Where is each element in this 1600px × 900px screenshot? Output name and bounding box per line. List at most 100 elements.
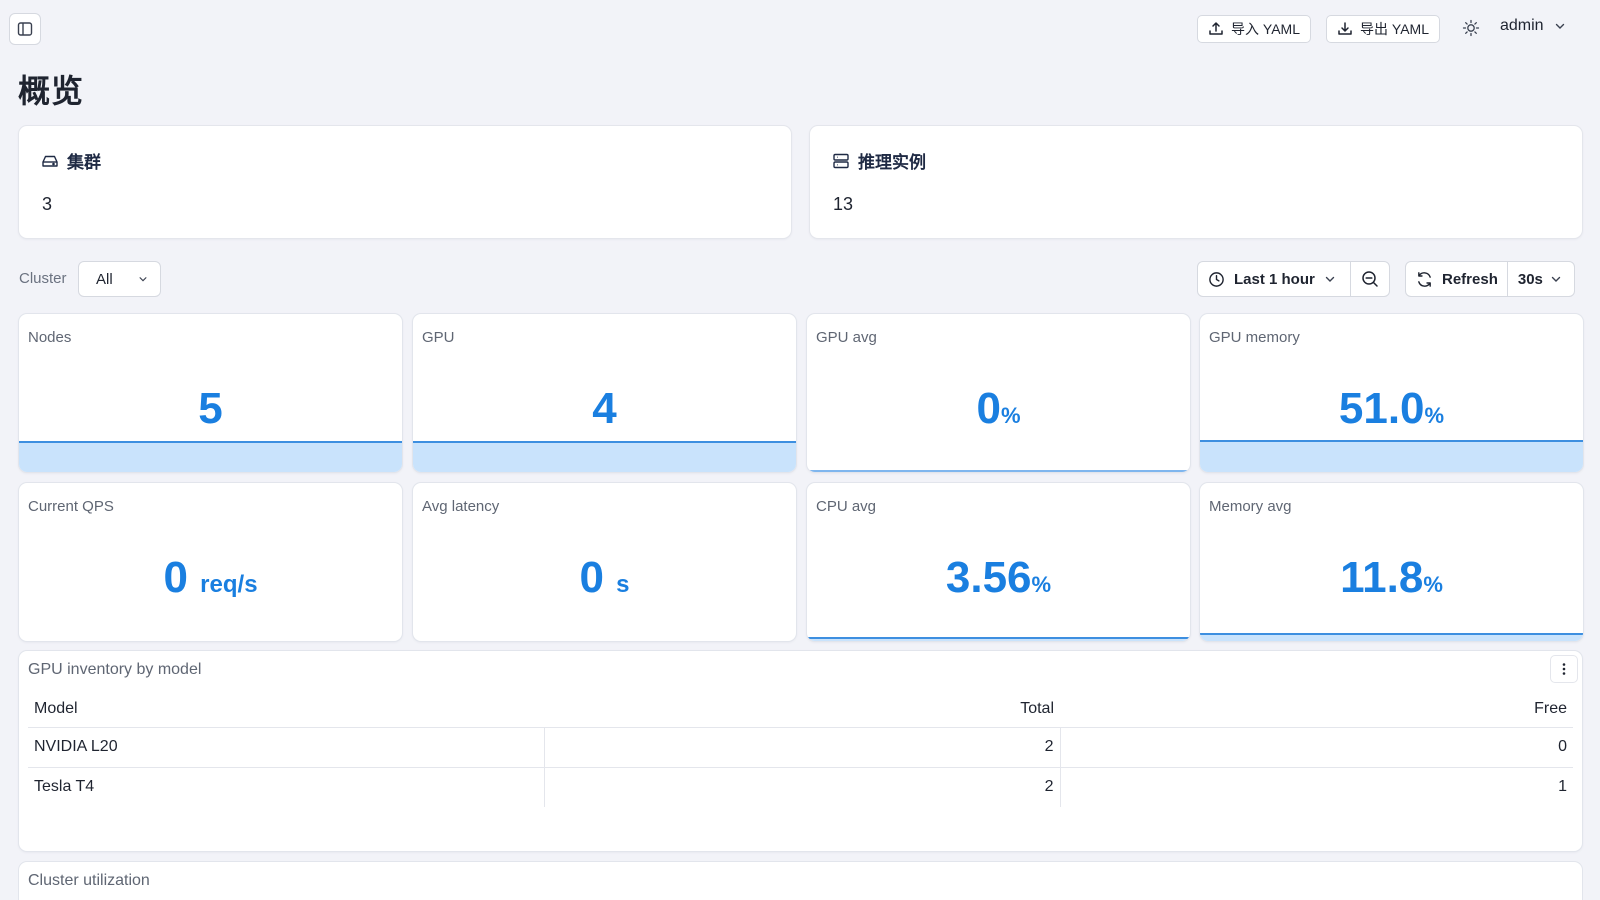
refresh-interval-value: 30s [1517,270,1543,288]
sun-icon [1462,19,1480,37]
refresh-icon [1418,271,1431,287]
zoom-out-button[interactable] [1351,262,1389,296]
stat-unit: s [616,571,630,598]
upload-icon [1209,22,1223,35]
stat-card-gpu-memory: GPU memory 51.0% [1200,314,1583,472]
zoom-out-icon [1362,271,1378,287]
sidebar-panel-icon [17,22,33,36]
stat-sparkline [413,441,796,472]
refresh-label: Refresh [1442,270,1498,288]
cell-total: 2 [543,767,1060,807]
stat-unit: req/s [200,571,258,598]
chevron-down-icon [1555,23,1564,29]
stat-label: Avg latency [422,498,500,515]
export-yaml-label: 导出 YAML [1360,21,1429,37]
summary-title-text: 集群 [67,153,101,172]
stat-value: 0 req/s [19,553,402,610]
stat-card-memory-avg: Memory avg 11.8% [1200,483,1583,641]
summary-card-title: 推理实例 [832,148,926,173]
cluster-select[interactable]: All [78,261,161,297]
table-header-row: Model Total Free [28,691,1573,728]
panel-title: Cluster utilization [28,872,150,889]
summary-title-text: 推理实例 [858,153,926,172]
cell-free: 1 [1059,767,1573,807]
cell-total: 2 [543,727,1060,768]
server-stack-icon [833,153,849,168]
cell-free: 0 [1059,727,1573,768]
stat-number: 11.8 [1340,553,1424,602]
stat-label: GPU [422,329,455,346]
gpu-inventory-table: Model Total Free NVIDIA L20 2 0 Tesla T4… [28,691,1573,807]
time-range-picker[interactable]: Last 1 hour [1198,262,1351,296]
chevron-down-icon [1551,276,1561,282]
stat-number: 5 [198,384,223,433]
stat-number: 0 [579,553,604,602]
stat-card-avg-latency: Avg latency 0 s [413,483,796,641]
cluster-filter-label: Cluster [19,270,67,287]
stat-label: Memory avg [1209,498,1292,515]
stat-label: GPU memory [1209,329,1300,346]
stat-card-nodes: Nodes 5 [19,314,402,472]
more-vertical-icon [1562,663,1566,675]
stat-number: 0 [976,384,1001,433]
chevron-down-icon [139,277,147,282]
stat-unit: % [1424,403,1445,428]
refresh-button[interactable]: Refresh [1406,262,1508,296]
panel-title: GPU inventory by model [28,661,202,678]
stat-number: 51.0 [1338,384,1425,433]
stat-value: 11.8% [1200,553,1583,610]
stat-value: 3.56% [807,553,1190,610]
stat-value: 0% [807,384,1190,441]
stat-label: CPU avg [816,498,877,515]
stat-number: 4 [592,384,617,433]
download-icon [1338,22,1352,35]
stat-unit: % [1031,572,1052,597]
import-yaml-label: 导入 YAML [1231,21,1300,37]
theme-toggle-button[interactable] [1459,16,1483,40]
clock-icon [1209,271,1224,287]
column-header-model[interactable]: Model [28,691,544,728]
stat-card-current-qps: Current QPS 0 req/s [19,483,402,641]
export-yaml-button[interactable]: 导出 YAML [1326,15,1440,43]
chevron-down-icon [1325,276,1335,282]
stat-number: 3.56 [945,553,1032,602]
cluster-utilization-panel: Cluster utilization [19,862,1582,900]
refresh-interval-select[interactable]: 30s [1508,262,1574,296]
time-range-controls: Last 1 hour [1197,261,1390,297]
gpu-inventory-panel: GPU inventory by model Model Total Free … [19,651,1582,851]
import-yaml-button[interactable]: 导入 YAML [1197,15,1311,43]
time-range-label: Last 1 hour [1234,270,1315,288]
panel-menu-button[interactable] [1550,655,1578,683]
column-header-free[interactable]: Free [1060,691,1573,728]
stat-sparkline [807,637,1190,641]
top-bar: 导入 YAML 导出 YAML admin [0,0,1600,58]
stat-value: 4 [413,384,796,434]
summary-card-inference-instances: 推理实例 13 [810,126,1582,238]
stat-card-cpu-avg: CPU avg 3.56% [807,483,1190,641]
cell-model: Tesla T4 [34,778,95,796]
sidebar-toggle-button[interactable] [9,13,41,45]
stat-sparkline [807,470,1190,472]
hard-drive-icon [42,155,58,167]
summary-card-clusters: 集群 3 [19,126,791,238]
cell-model: NVIDIA L20 [28,727,544,768]
stat-unit: % [1423,572,1443,597]
stat-unit: % [1000,403,1021,428]
column-header-total[interactable]: Total [544,691,1060,728]
cluster-select-value: All [96,270,113,288]
user-name: admin [1500,17,1544,34]
refresh-controls: Refresh 30s [1405,261,1575,297]
stat-card-gpu: GPU 4 [413,314,796,472]
stat-sparkline [19,441,402,472]
table-row: Tesla T4 2 1 [28,767,1573,807]
stat-sparkline [1200,633,1583,641]
stat-value: 51.0% [1200,384,1583,441]
table-row: NVIDIA L20 2 0 [28,727,1573,768]
stat-value: 0 s [413,553,796,610]
summary-card-title: 集群 [41,148,101,173]
summary-value: 13 [833,194,854,214]
stat-value: 5 [19,384,402,434]
stat-label: Nodes [28,329,72,346]
user-menu[interactable]: admin [1500,17,1566,35]
stat-label: GPU avg [816,329,877,346]
